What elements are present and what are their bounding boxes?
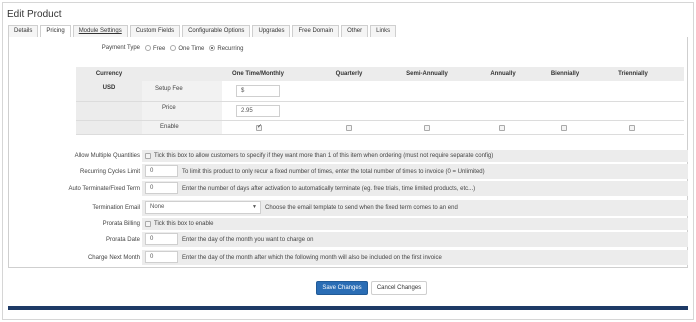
charge-next-month-label: Charge Next Month	[87, 255, 140, 261]
termination-email-label: Termination Email	[92, 205, 140, 211]
recurring-limit-help: To limit this product to only recur a fi…	[182, 169, 485, 175]
save-changes-button[interactable]: Save Changes	[316, 281, 368, 295]
auto-terminate-help: Enter the number of days after activatio…	[182, 186, 476, 192]
radio-icon	[145, 45, 151, 51]
payment-type-options: Free One Time Recurring	[145, 45, 243, 52]
enable-semi-annually-checkbox[interactable]	[424, 125, 430, 131]
col-quarterly: Quarterly	[335, 71, 363, 77]
tab-details[interactable]: Details	[8, 25, 39, 37]
termination-email-value: None	[150, 204, 165, 210]
tab-configurable-options[interactable]: Configurable Options	[182, 25, 251, 37]
payment-type-label: Payment Type	[101, 45, 140, 51]
payment-onetime-radio[interactable]: One Time	[170, 45, 204, 52]
enable-label: Enable	[160, 124, 179, 130]
radio-icon	[170, 45, 177, 51]
price-input[interactable]: 2.95	[236, 105, 280, 117]
row-divider	[76, 134, 684, 135]
setup-fee-label: Setup Fee	[155, 86, 183, 92]
setup-fee-input[interactable]: $	[236, 85, 280, 97]
enable-quarterly-checkbox[interactable]	[346, 125, 352, 131]
chevron-down-icon: ▼	[252, 204, 257, 210]
charge-next-month-input[interactable]: 0	[145, 251, 178, 263]
page-title: Edit Product	[7, 9, 62, 20]
col-monthly: One Time/Monthly	[232, 71, 284, 77]
tab-custom-fields[interactable]: Custom Fields	[129, 25, 181, 37]
tab-other[interactable]: Other	[341, 25, 369, 37]
prorata-date-input[interactable]: 0	[145, 233, 178, 245]
tab-links[interactable]: Links	[370, 25, 397, 37]
prorata-billing-help: Tick this box to enable	[154, 221, 214, 227]
termination-email-select[interactable]: None ▼	[145, 201, 261, 214]
auto-terminate-input[interactable]: 0	[145, 182, 178, 194]
footer-bar	[8, 306, 688, 310]
recurring-limit-input[interactable]: 0	[145, 165, 178, 177]
payment-recurring-radio[interactable]: Recurring	[209, 45, 243, 52]
row-divider	[76, 101, 684, 102]
charge-next-month-help: Enter the day of the month after which t…	[182, 255, 442, 261]
enable-monthly-checkbox[interactable]	[256, 123, 262, 131]
payment-free-radio[interactable]: Free	[145, 45, 165, 52]
cancel-changes-button[interactable]: Cancel Changes	[371, 281, 427, 295]
prorata-billing-checkbox[interactable]	[145, 221, 151, 227]
enable-annually-checkbox[interactable]	[499, 125, 505, 131]
currency-usd: USD	[102, 85, 116, 91]
prorata-billing-row-bg	[142, 218, 688, 230]
col-biennially: Biennially	[550, 71, 580, 77]
row-divider	[76, 120, 684, 121]
termination-email-help: Choose the email template to send when t…	[265, 205, 458, 211]
col-triennially: Triennially	[618, 71, 648, 77]
allow-multiple-help: Tick this box to allow customers to spec…	[154, 153, 494, 159]
prorata-date-help: Enter the day of the month you want to c…	[182, 237, 314, 243]
currency-header: Currency	[95, 71, 123, 77]
price-label: Price	[162, 105, 176, 111]
prorata-billing-label: Prorata Billing	[102, 221, 140, 227]
recurring-limit-label: Recurring Cycles Limit	[79, 169, 140, 175]
prorata-date-label: Prorata Date	[105, 237, 140, 243]
enable-triennially-checkbox[interactable]	[629, 125, 635, 131]
radio-selected-icon	[209, 45, 216, 51]
auto-terminate-label: Auto Terminate/Fixed Term	[68, 186, 140, 192]
tab-module-settings[interactable]: Module Settings	[72, 25, 128, 37]
tab-bar: Details Pricing Module Settings Custom F…	[8, 25, 398, 38]
tab-free-domain[interactable]: Free Domain	[292, 25, 340, 37]
tab-upgrades[interactable]: Upgrades	[252, 25, 291, 37]
col-semi-annually: Semi-Annually	[406, 71, 448, 77]
enable-biennially-checkbox[interactable]	[561, 125, 567, 131]
allow-multiple-checkbox[interactable]	[145, 153, 151, 159]
allow-multiple-label: Allow Multiple Quantities	[74, 153, 140, 159]
